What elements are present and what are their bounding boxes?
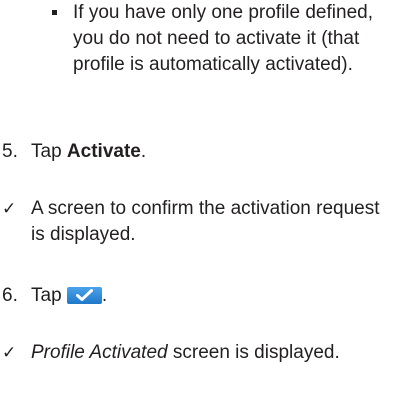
step-number: 5.: [2, 141, 18, 162]
bullet-square-icon: [52, 10, 57, 15]
step-suffix: .: [101, 285, 108, 306]
checkmark-icon: ✓: [2, 343, 17, 363]
step-prefix: Tap: [31, 141, 67, 162]
step-prefix: Tap: [31, 285, 67, 306]
result-text: Profile Activated screen is displayed.: [31, 340, 393, 366]
note-bullet-text: If you have only one profile defined, yo…: [73, 2, 373, 75]
step-text: Tap Activate.: [31, 139, 146, 165]
step-text: Tap .: [31, 283, 107, 309]
checkmark-button-icon: [66, 287, 102, 304]
profile-activated-label: Profile Activated: [31, 342, 168, 363]
result-text-rest: screen is displayed.: [167, 342, 340, 363]
result-text: A screen to confirm the activation reque…: [31, 198, 380, 245]
checkmark-icon: ✓: [2, 199, 17, 219]
step-suffix: .: [140, 141, 147, 162]
activate-label: Activate: [66, 141, 141, 162]
instruction-document: If you have only one profile defined, yo…: [0, 0, 396, 393]
step-number: 6.: [2, 285, 18, 306]
